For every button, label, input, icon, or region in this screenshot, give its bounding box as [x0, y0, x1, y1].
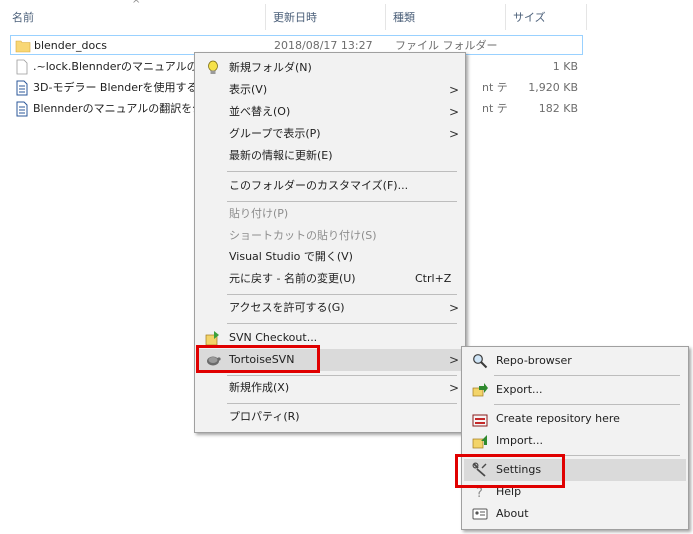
menu-item-new[interactable]: 新規作成(X) > — [197, 377, 463, 399]
menu-item-paste[interactable]: 貼り付け(P) — [197, 203, 463, 225]
sort-ascending-icon: ^ — [132, 0, 141, 10]
menu-item-label: 並べ替え(O) — [229, 105, 291, 118]
menu-item-customize[interactable]: このフォルダーのカスタマイズ(F)... — [197, 175, 463, 197]
chevron-right-icon: > — [449, 83, 460, 97]
lightbulb-icon — [208, 60, 218, 74]
menu-item-label: ショートカットの貼り付け(S) — [229, 229, 377, 242]
file-type: nt テ — [482, 81, 508, 94]
column-divider[interactable] — [385, 4, 386, 30]
menu-item-repo-browser[interactable]: Repo-browser — [464, 350, 686, 372]
menu-item-paste-shortcut[interactable]: ショートカットの貼り付け(S) — [197, 225, 463, 247]
menu-item-label: Import... — [496, 434, 543, 447]
magnifier-icon — [473, 354, 488, 369]
file-name: Blennderのマニュアルの翻訳を公 — [33, 102, 204, 115]
column-header-row: ^ 名前 更新日時 種類 サイズ — [0, 0, 693, 34]
menu-item-label: 表示(V) — [229, 83, 268, 96]
menu-item-label: Visual Studio で開く(V) — [229, 250, 353, 263]
menu-item-import[interactable]: Import... — [464, 430, 686, 452]
menu-item-label: プロパティ(R) — [229, 410, 300, 423]
chevron-right-icon: > — [449, 381, 460, 395]
chevron-right-icon: > — [449, 301, 460, 315]
svg-text:?: ? — [476, 486, 483, 500]
menu-item-label: グループで表示(P) — [229, 127, 321, 140]
export-icon — [472, 383, 488, 397]
menu-separator — [227, 375, 457, 376]
menu-item-label: Export... — [496, 383, 543, 396]
menu-item-refresh[interactable]: 最新の情報に更新(E) — [197, 145, 463, 167]
about-card-icon — [472, 508, 488, 520]
menu-separator — [494, 375, 680, 376]
chevron-right-icon: > — [449, 127, 460, 141]
menu-item-label: このフォルダーのカスタマイズ(F)... — [229, 179, 409, 192]
menu-separator — [227, 403, 457, 404]
menu-item-view[interactable]: 表示(V) > — [197, 79, 463, 101]
menu-item-label: 最新の情報に更新(E) — [229, 149, 333, 162]
menu-item-label: 新規フォルダ(N) — [229, 61, 312, 74]
file-size: 1,920 KB — [528, 81, 578, 94]
file-name: .~lock.Blennderのマニュアルの翻 — [33, 60, 209, 73]
file-type: nt テ — [482, 102, 508, 115]
column-name-header[interactable]: 名前 — [12, 9, 34, 26]
folder-icon — [15, 40, 31, 53]
column-divider[interactable] — [505, 4, 506, 30]
context-menu: 新規フォルダ(N) 表示(V) > 並べ替え(O) > グループで表示(P) >… — [194, 52, 466, 433]
import-icon — [472, 435, 487, 449]
column-type-header[interactable]: 種類 — [393, 9, 415, 26]
annotation-highlight-tortoisesvn — [196, 345, 320, 373]
menu-item-about[interactable]: About — [464, 503, 686, 525]
menu-item-label: Create repository here — [496, 412, 620, 425]
file-size: 1 KB — [552, 60, 578, 73]
chevron-right-icon: > — [449, 353, 460, 367]
annotation-highlight-settings — [455, 454, 565, 488]
create-repository-icon — [472, 414, 488, 427]
menu-item-label: 元に戻す - 名前の変更(U) — [229, 272, 356, 285]
menu-separator — [227, 323, 457, 324]
chevron-right-icon: > — [449, 105, 460, 119]
menu-item-undo[interactable]: 元に戻す - 名前の変更(U) Ctrl+Z — [197, 268, 463, 290]
menu-separator — [494, 404, 680, 405]
svn-checkout-icon — [205, 331, 219, 346]
column-divider[interactable] — [265, 4, 266, 30]
menu-item-shortcut: Ctrl+Z — [415, 272, 452, 285]
column-modified-header[interactable]: 更新日時 — [273, 9, 317, 26]
menu-separator — [227, 171, 457, 172]
blank-file-icon — [16, 59, 28, 75]
tortoisesvn-submenu: Repo-browser Export... Create repository… — [461, 346, 689, 530]
column-size-header[interactable]: サイズ — [513, 9, 546, 26]
document-icon — [16, 80, 28, 96]
menu-item-sort[interactable]: 並べ替え(O) > — [197, 101, 463, 123]
document-icon — [16, 101, 28, 117]
menu-separator — [227, 294, 457, 295]
file-size: 182 KB — [538, 102, 578, 115]
menu-item-give-access[interactable]: アクセスを許可する(G) > — [197, 297, 463, 319]
menu-item-label: 新規作成(X) — [229, 381, 290, 394]
menu-item-open-visual-studio[interactable]: Visual Studio で開く(V) — [197, 246, 463, 268]
menu-item-label: Repo-browser — [496, 354, 572, 367]
file-name: 3D-モデラー Blenderを使用する.oc — [33, 81, 211, 94]
menu-item-label: About — [496, 507, 529, 520]
menu-item-new-folder[interactable]: 新規フォルダ(N) — [197, 57, 463, 79]
column-divider[interactable] — [586, 4, 587, 30]
menu-item-group[interactable]: グループで表示(P) > — [197, 123, 463, 145]
menu-item-export[interactable]: Export... — [464, 379, 686, 401]
menu-item-label: 貼り付け(P) — [229, 207, 289, 220]
menu-item-properties[interactable]: プロパティ(R) — [197, 406, 463, 428]
menu-item-label: アクセスを許可する(G) — [229, 301, 345, 314]
menu-separator — [227, 201, 457, 202]
menu-item-create-repository[interactable]: Create repository here — [464, 408, 686, 430]
